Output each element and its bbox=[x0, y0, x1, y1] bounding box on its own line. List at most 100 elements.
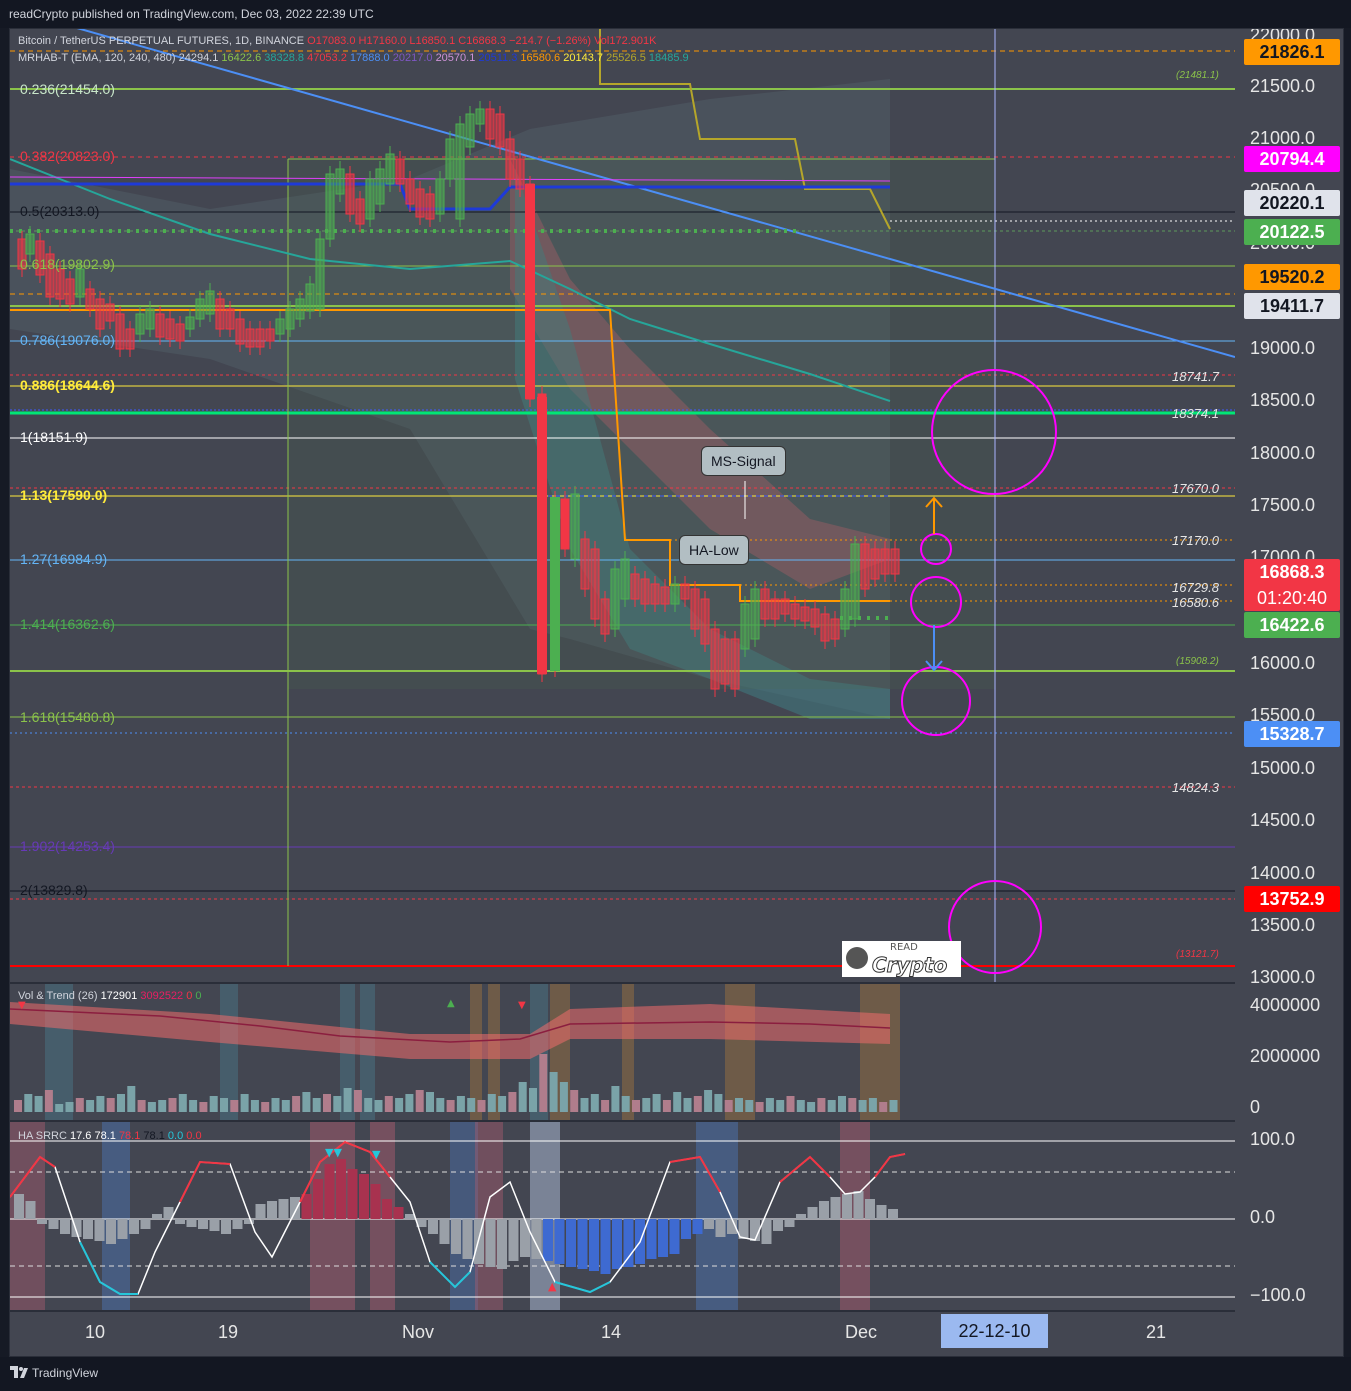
volume-bar bbox=[817, 1098, 826, 1112]
ha-histogram-bar bbox=[347, 1169, 358, 1219]
tradingview-footer: TradingView bbox=[0, 1357, 1351, 1391]
candle-body bbox=[235, 318, 245, 345]
price-label[interactable]: 19520.2 bbox=[1244, 264, 1340, 290]
volume-bar bbox=[271, 1098, 280, 1112]
candle-body bbox=[115, 313, 125, 350]
candle-body bbox=[305, 283, 315, 312]
volume-bar bbox=[704, 1090, 713, 1112]
ha-histogram-bar bbox=[589, 1219, 599, 1271]
volume-bar bbox=[415, 1090, 424, 1112]
candle-body bbox=[770, 598, 780, 620]
fib-label: 1.13(17590.0) bbox=[20, 487, 108, 503]
ha-tick: 0.0 bbox=[1250, 1207, 1276, 1227]
ms-signal-callout[interactable]: MS-Signal bbox=[701, 446, 786, 476]
tradingview-logo-icon bbox=[10, 1366, 28, 1378]
volume-bar bbox=[879, 1102, 888, 1112]
candle-body bbox=[85, 288, 95, 310]
srrc-oversold-segment bbox=[554, 1281, 611, 1294]
ha-histogram-bar bbox=[117, 1219, 128, 1239]
fib-label: 1.27(16984.9) bbox=[20, 551, 108, 567]
fib-label: 1.618(15480.8) bbox=[20, 709, 115, 725]
price-label[interactable]: 19411.7 bbox=[1244, 293, 1340, 319]
price-label[interactable]: 16422.6 bbox=[1244, 612, 1340, 638]
symbol-legend[interactable]: Bitcoin / TetherUS PERPETUAL FUTURES, 1D… bbox=[18, 35, 656, 47]
main-price-pane[interactable]: Bitcoin / TetherUS PERPETUAL FUTURES, 1D… bbox=[10, 29, 1236, 982]
candle-body bbox=[105, 303, 115, 322]
last-price-label[interactable]: 16868.3 01:20:40 bbox=[1244, 559, 1340, 611]
ha-histogram-bar bbox=[508, 1219, 519, 1261]
price-label[interactable]: 20220.1 bbox=[1244, 190, 1340, 216]
price-label[interactable]: 13752.9 bbox=[1244, 886, 1340, 912]
volume-bar bbox=[745, 1100, 754, 1112]
volume-bar bbox=[487, 1094, 496, 1112]
candle-body bbox=[385, 153, 395, 185]
ha-srrc-pane[interactable]: ▼▼ ▼ ▲ HA SRRC 17.6 78.1 78.1 78.1 0.0 0… bbox=[10, 1122, 1235, 1310]
volume-bar bbox=[735, 1098, 743, 1112]
time-label: Nov bbox=[402, 1322, 435, 1342]
logo-small: READ bbox=[890, 942, 918, 953]
publish-header: readCrypto published on TradingView.com,… bbox=[0, 0, 1351, 28]
srrc-signal-icon: ▲ bbox=[548, 1280, 557, 1293]
ha-legend[interactable]: HA SRRC 17.6 78.1 78.1 78.1 0.0 0.0 bbox=[18, 1130, 202, 1142]
ha-histogram-bar bbox=[186, 1219, 197, 1227]
price-tick: 13000.0 bbox=[1250, 967, 1316, 987]
indicator-value: 16580.6 bbox=[520, 52, 561, 64]
candle-body bbox=[225, 308, 235, 330]
volume-bar bbox=[405, 1094, 414, 1112]
volume-bar bbox=[765, 1098, 774, 1112]
indicator-value: 25526.5 bbox=[606, 52, 646, 64]
ha-srrc-svg[interactable]: ▼▼ ▼ ▲ bbox=[10, 1122, 1235, 1310]
volume-bar bbox=[24, 1094, 33, 1112]
indicator-value: 17888.0 bbox=[349, 52, 390, 64]
ha-histogram-bar bbox=[796, 1214, 806, 1219]
candle-body bbox=[395, 158, 405, 185]
volume-bar bbox=[65, 1102, 74, 1112]
candle-body bbox=[205, 290, 215, 315]
ha-low-callout[interactable]: HA-Low bbox=[679, 535, 749, 565]
ha-tick: −100.0 bbox=[1250, 1285, 1306, 1305]
candle-body bbox=[780, 598, 790, 615]
vol-value: 0 bbox=[186, 990, 193, 1002]
volume-bar bbox=[601, 1100, 610, 1112]
volume-pane[interactable]: ▼ ▲ ▼ Vol & Trend (26) 172901 3092522 0 … bbox=[10, 984, 1235, 1120]
ha-histogram-bar bbox=[681, 1219, 691, 1239]
volume-bar bbox=[611, 1086, 620, 1112]
candle-body bbox=[405, 178, 415, 205]
ha-histogram-bar bbox=[462, 1219, 473, 1259]
level-label: (15908.2) bbox=[1176, 656, 1219, 667]
candle-body bbox=[365, 178, 375, 220]
volume-bar bbox=[889, 1100, 898, 1112]
candle-body bbox=[345, 173, 355, 215]
candle-body bbox=[700, 598, 710, 645]
ohlc-low: L16850.1 bbox=[409, 35, 456, 47]
volume-bar bbox=[106, 1098, 115, 1112]
volume-bar bbox=[147, 1102, 156, 1112]
volume-svg[interactable]: ▼ ▲ ▼ bbox=[10, 984, 1235, 1120]
vol-value: 3092522 bbox=[140, 990, 184, 1002]
price-label[interactable]: 20794.4 bbox=[1244, 146, 1340, 172]
candle-body bbox=[590, 548, 600, 620]
volume-bar bbox=[55, 1104, 64, 1112]
volume-bar bbox=[189, 1100, 198, 1112]
price-chart-svg[interactable] bbox=[10, 29, 1236, 982]
srrc-overbought-segment bbox=[179, 1160, 231, 1203]
time-label: Dec bbox=[845, 1322, 878, 1342]
ha-histogram-bar bbox=[60, 1219, 70, 1234]
volume-bar bbox=[199, 1102, 208, 1112]
cursor-date-label[interactable]: 22-12-10 bbox=[941, 1314, 1048, 1348]
indicator-legend[interactable]: MRHAB-T (EMA, 120, 240, 480) 24294.1 164… bbox=[18, 52, 689, 64]
price-label[interactable]: 15328.7 bbox=[1244, 721, 1340, 747]
volume-bar bbox=[261, 1102, 270, 1112]
price-label[interactable]: 20122.5 bbox=[1244, 219, 1340, 245]
chart-frame[interactable]: Bitcoin / TetherUS PERPETUAL FUTURES, 1D… bbox=[9, 28, 1344, 1357]
candle-body bbox=[125, 328, 135, 350]
ha-histogram-bar bbox=[819, 1201, 829, 1219]
ha-histogram-bar bbox=[485, 1219, 496, 1267]
price-tick: 18000.0 bbox=[1250, 443, 1316, 463]
volume-bar bbox=[621, 1096, 630, 1112]
volume-bar bbox=[652, 1094, 661, 1112]
candle-body bbox=[425, 193, 435, 220]
ha-histogram-bar bbox=[198, 1219, 208, 1229]
volume-legend[interactable]: Vol & Trend (26) 172901 3092522 0 0 bbox=[18, 990, 202, 1002]
price-label[interactable]: 21826.1 bbox=[1244, 39, 1340, 65]
